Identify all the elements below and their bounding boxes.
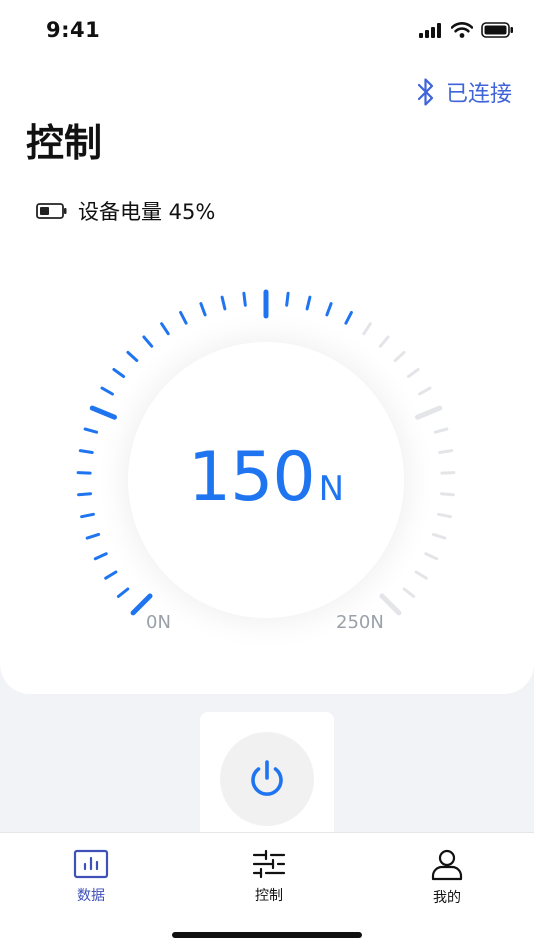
gauge-max-label: 250N: [336, 612, 384, 633]
gauge-tick: [440, 492, 455, 497]
power-card: [200, 712, 334, 842]
tab-control[interactable]: 控制: [209, 849, 329, 905]
gauge-tick: [220, 295, 227, 311]
bluetooth-icon: [417, 78, 434, 106]
gauge-value: 150 N: [128, 438, 404, 517]
gauge-tick: [362, 322, 372, 336]
tab-label-data: 数据: [77, 888, 105, 904]
gauge-tick: [406, 368, 420, 378]
gauge-major-tick: [415, 405, 443, 420]
gauge-tick: [100, 386, 114, 396]
gauge-tick: [78, 449, 94, 454]
gauge-tick: [83, 427, 99, 434]
tab-profile[interactable]: 我的: [387, 849, 507, 907]
gauge-tick: [142, 335, 154, 348]
gauge-tick: [440, 471, 456, 475]
gauge-tick: [285, 291, 290, 307]
sliders-icon: [252, 849, 286, 879]
gauge-tick: [104, 570, 118, 580]
power-icon: [251, 760, 283, 796]
force-gauge: 150 N 0N 250N: [0, 240, 534, 650]
gauge-tick: [126, 350, 139, 362]
page-title: 控制: [26, 121, 103, 165]
gauge-tick: [424, 552, 439, 561]
wifi-icon: [451, 22, 473, 38]
gauge-tick: [85, 532, 101, 540]
gauge-tick: [402, 587, 416, 598]
gauge-unit: N: [318, 469, 345, 509]
gauge-tick: [393, 350, 406, 362]
gauge-tick: [418, 386, 432, 396]
gauge-tick: [242, 291, 247, 307]
gauge-tick: [433, 427, 449, 434]
gauge-tick: [116, 587, 130, 598]
gauge-tick: [179, 311, 188, 325]
user-icon: [431, 849, 463, 881]
tab-label-control: 控制: [255, 888, 283, 904]
gauge-tick: [77, 492, 92, 497]
gauge-major-tick: [130, 593, 153, 616]
battery-status-icon: [481, 22, 513, 38]
bar-chart-icon: [73, 849, 109, 879]
status-bar: 9:41: [0, 0, 534, 64]
tab-label-profile: 我的: [433, 890, 461, 906]
connection-label: 已连接: [445, 82, 512, 107]
gauge-tick: [160, 322, 170, 336]
gauge-tick: [76, 471, 92, 475]
gauge-tick: [414, 570, 428, 580]
gauge-min-label: 0N: [146, 612, 171, 633]
gauge-tick: [199, 302, 207, 317]
status-icons: [419, 22, 514, 38]
gauge-tick: [378, 335, 390, 348]
gauge-tick: [344, 311, 353, 325]
battery-row: 设备电量 45%: [36, 196, 215, 226]
gauge-tick: [437, 512, 452, 519]
gauge-major-tick: [379, 593, 402, 616]
gauge-tick: [80, 512, 95, 519]
tab-data[interactable]: 数据: [31, 849, 151, 905]
battery-icon: [36, 203, 67, 219]
gauge-tick: [305, 295, 312, 311]
gauge-major-tick: [89, 405, 117, 420]
gauge-tick: [431, 532, 447, 540]
gauge-tick: [325, 302, 333, 317]
connection-status[interactable]: 已连接: [416, 76, 512, 108]
status-time: 9:41: [46, 18, 101, 42]
gauge-tick: [112, 368, 126, 378]
signal-icon: [419, 22, 441, 38]
gauge-tick: [93, 552, 108, 561]
power-button[interactable]: [220, 732, 314, 826]
battery-label: 设备电量 45%: [78, 200, 216, 224]
home-indicator: [172, 932, 362, 938]
gauge-number: 150: [187, 438, 316, 517]
gauge-tick: [438, 449, 454, 454]
